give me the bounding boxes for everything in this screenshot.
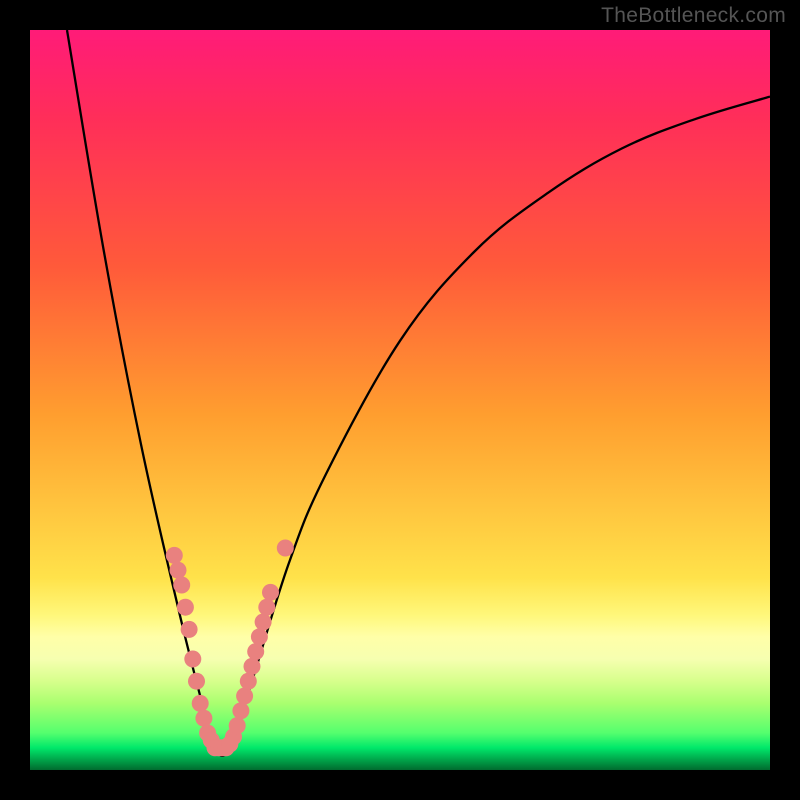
data-marker [195, 710, 212, 727]
data-marker [255, 614, 272, 631]
data-marker [181, 621, 198, 638]
data-marker [258, 599, 275, 616]
data-marker [277, 540, 294, 557]
chart-frame: TheBottleneck.com [0, 0, 800, 800]
data-marker [177, 599, 194, 616]
data-marker [247, 643, 264, 660]
data-marker [184, 651, 201, 668]
data-marker [207, 739, 224, 756]
data-marker [210, 739, 227, 756]
data-marker [240, 673, 257, 690]
plot-area [30, 30, 770, 770]
data-marker [225, 728, 242, 745]
data-marker [229, 717, 246, 734]
curve-line [67, 30, 770, 756]
data-marker [251, 628, 268, 645]
watermark-text: TheBottleneck.com [601, 4, 786, 28]
bottleneck-curve [30, 30, 770, 770]
data-marker [203, 732, 220, 749]
data-marker [218, 739, 235, 756]
data-marker [199, 725, 216, 742]
data-marker [170, 562, 187, 579]
data-marker [166, 547, 183, 564]
data-marker [214, 739, 231, 756]
data-marker [173, 577, 190, 594]
data-marker [244, 658, 261, 675]
data-marker [188, 673, 205, 690]
data-marker [192, 695, 209, 712]
data-marker [262, 584, 279, 601]
data-marker [221, 736, 238, 753]
data-marker [236, 688, 253, 705]
data-marker [232, 702, 249, 719]
